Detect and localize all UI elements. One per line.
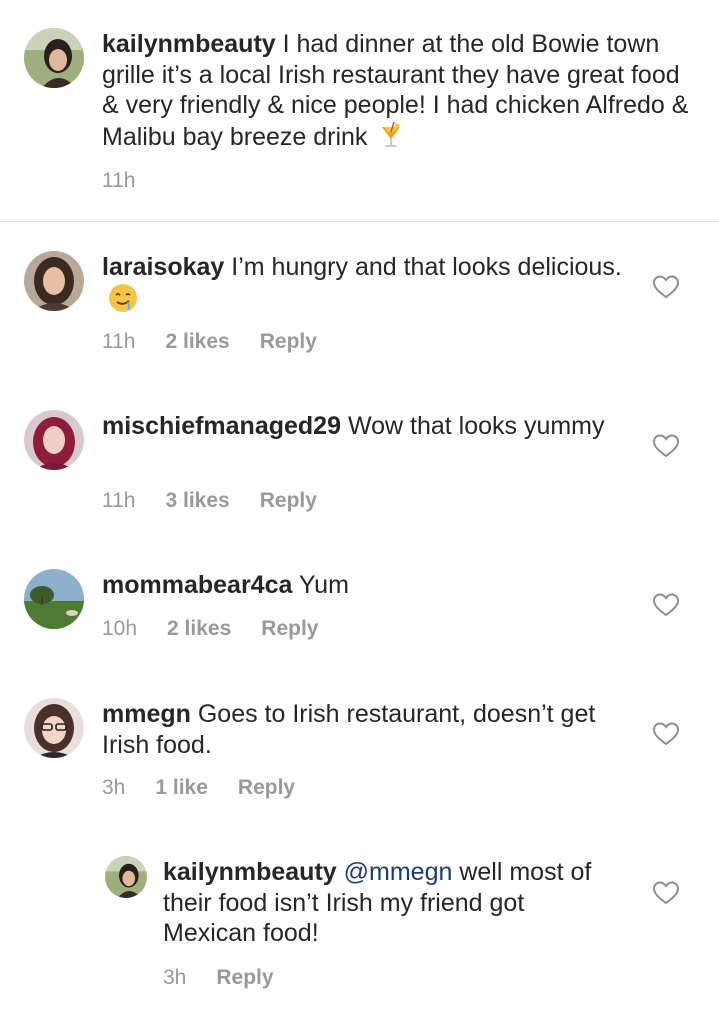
avatar[interactable] bbox=[24, 698, 84, 758]
comment-meta: 11h 3 likes Reply bbox=[102, 489, 317, 513]
reply-username[interactable]: kailynmbeauty bbox=[163, 858, 337, 886]
heart-icon[interactable] bbox=[653, 434, 679, 458]
comment-username[interactable]: mischiefmanaged29 bbox=[102, 412, 341, 440]
comment-text: laraisokay I’m hungry and that looks del… bbox=[102, 252, 622, 320]
heart-icon[interactable] bbox=[653, 722, 679, 746]
avatar[interactable] bbox=[24, 410, 84, 470]
caption-username[interactable]: kailynmbeauty bbox=[102, 30, 276, 58]
avatar[interactable] bbox=[24, 569, 84, 629]
comment-meta: 10h 2 likes Reply bbox=[102, 617, 318, 641]
comment-likes[interactable]: 1 like bbox=[155, 776, 208, 800]
reply-time: 3h bbox=[163, 966, 187, 989]
avatar[interactable] bbox=[24, 251, 84, 311]
avatar[interactable] bbox=[105, 856, 147, 898]
comment-time: 3h bbox=[102, 776, 126, 799]
comment-username[interactable]: mommabear4ca bbox=[102, 571, 292, 599]
caption-meta: 11h bbox=[102, 169, 165, 193]
comment-meta: 3h 1 like Reply bbox=[102, 776, 295, 800]
comment-username[interactable]: laraisokay bbox=[102, 253, 224, 281]
reply-comment-text: kailynmbeauty @mmegn well most of their … bbox=[163, 857, 623, 949]
reply-meta: 3h Reply bbox=[163, 966, 274, 990]
reply-button[interactable]: Reply bbox=[260, 489, 317, 513]
tropical-drink-icon bbox=[380, 121, 402, 157]
avatar[interactable] bbox=[24, 28, 84, 88]
heart-icon[interactable] bbox=[653, 593, 679, 617]
caption-time: 11h bbox=[102, 169, 136, 192]
reply-button[interactable]: Reply bbox=[261, 617, 318, 641]
reply-button[interactable]: Reply bbox=[260, 330, 317, 354]
comment-time: 11h bbox=[102, 489, 136, 512]
comment-meta: 11h 2 likes Reply bbox=[102, 330, 317, 354]
comment-likes[interactable]: 2 likes bbox=[167, 617, 231, 641]
comment-text: mommabear4ca Yum bbox=[102, 570, 622, 601]
comment-username[interactable]: mmegn bbox=[102, 700, 191, 728]
comment-likes[interactable]: 2 likes bbox=[165, 330, 229, 354]
mention-link[interactable]: @mmegn bbox=[344, 858, 453, 886]
drooling-face-icon bbox=[108, 283, 138, 321]
comment-time: 10h bbox=[102, 617, 138, 640]
reply-button[interactable]: Reply bbox=[238, 776, 295, 800]
reply-button[interactable]: Reply bbox=[216, 966, 273, 990]
comment-text: mischiefmanaged29 Wow that looks yummy bbox=[102, 411, 622, 442]
comment-body: Wow that looks yummy bbox=[347, 412, 605, 440]
comment-body: Yum bbox=[298, 571, 349, 599]
caption-text: kailynmbeauty I had dinner at the old Bo… bbox=[102, 29, 692, 156]
heart-icon[interactable] bbox=[653, 275, 679, 299]
comment-time: 11h bbox=[102, 330, 136, 353]
comment-body: I’m hungry and that looks delicious. bbox=[231, 253, 622, 281]
post-caption: kailynmbeauty I had dinner at the old Bo… bbox=[0, 0, 719, 222]
heart-icon[interactable] bbox=[653, 881, 679, 905]
comment-likes[interactable]: 3 likes bbox=[165, 489, 229, 513]
comment-text: mmegn Goes to Irish restaurant, doesn’t … bbox=[102, 699, 642, 760]
